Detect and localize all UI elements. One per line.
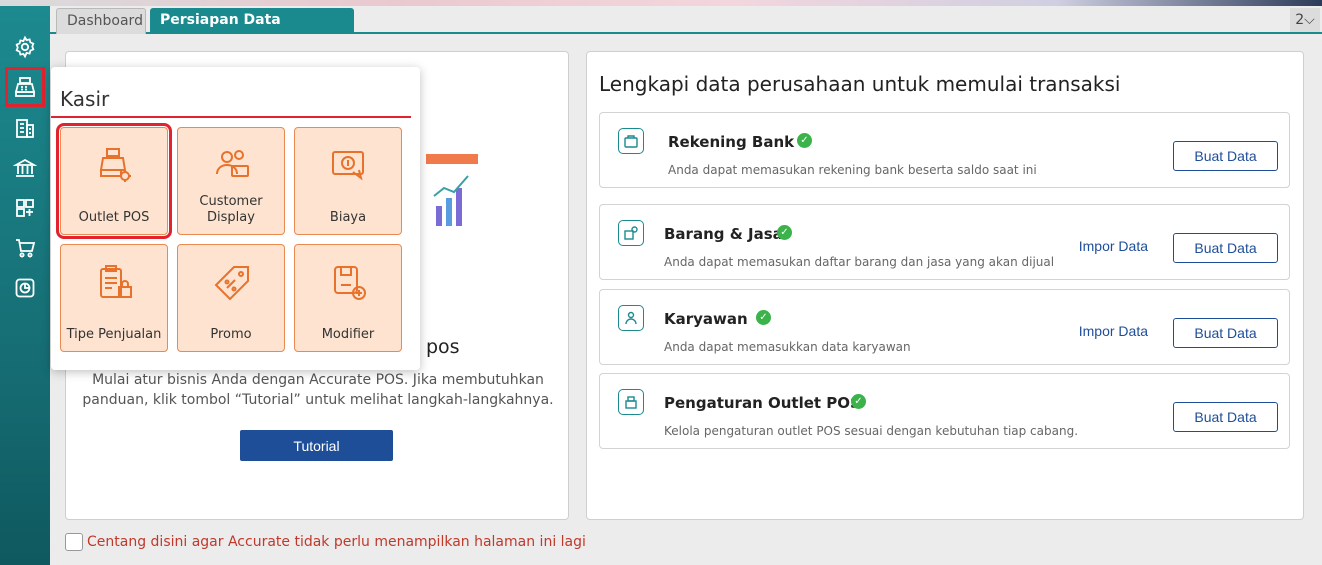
- tile-label: Promo: [210, 327, 252, 342]
- dont-show-checkbox[interactable]: [65, 533, 83, 551]
- check-icon: ✓: [851, 394, 866, 409]
- menu-tile-outlet-pos[interactable]: Outlet POS: [56, 123, 172, 239]
- building-icon[interactable]: [6, 109, 44, 147]
- popup-divider: [51, 116, 411, 118]
- card-title: Barang & Jasa: [664, 225, 783, 243]
- pos-description: Mulai atur bisnis Anda dengan Accurate P…: [82, 372, 554, 408]
- tab-bar: Dashboard Persiapan Data Perusahaan 2⌵: [50, 6, 1322, 52]
- cart-icon[interactable]: [6, 229, 44, 267]
- menu-tile-modifier[interactable]: Modifier: [294, 244, 402, 352]
- card-desc: Anda dapat memasukan daftar barang dan j…: [664, 255, 1055, 269]
- card-title: Pengaturan Outlet POS: [664, 394, 861, 412]
- tab-persiapan-data[interactable]: Persiapan Data Perusahaan: [150, 8, 354, 52]
- customer-display-icon: [216, 150, 249, 177]
- company-setup-panel: Lengkapi data perusahaan untuk memulai t…: [586, 51, 1304, 520]
- tile-label: Tipe Penjualan: [66, 327, 162, 342]
- pos-title: pos: [426, 336, 460, 358]
- dont-show-again: Centang disini agar Accurate tidak perlu…: [65, 533, 586, 551]
- check-icon: ✓: [756, 310, 771, 325]
- card-rekening-bank: Rekening Bank ✓ Anda dapat memasukan rek…: [599, 112, 1290, 188]
- card-title: Rekening Bank: [668, 133, 795, 151]
- card-karyawan: Karyawan ✓ Anda dapat memasukkan data ka…: [599, 289, 1290, 365]
- menu-tile-tipe-penjualan[interactable]: Tipe Penjualan: [60, 244, 168, 352]
- card-desc: Anda dapat memasukan rekening bank beser…: [668, 163, 1037, 177]
- menu-tile-promo[interactable]: Promo: [177, 244, 285, 352]
- tutorial-button[interactable]: Tutorial: [240, 430, 393, 461]
- dont-show-label: Centang disini agar Accurate tidak perlu…: [87, 534, 586, 550]
- outlet-settings-icon: [618, 389, 644, 415]
- card-desc: Anda dapat memasukkan data karyawan: [664, 340, 911, 354]
- expense-icon: [332, 151, 364, 181]
- bank-account-icon: [618, 128, 644, 154]
- items-services-icon: [618, 220, 644, 246]
- tab-counter-dropdown[interactable]: 2⌵: [1290, 8, 1320, 32]
- cashier-gear-icon: [99, 148, 131, 182]
- card-barang-jasa: Barang & Jasa ✓ Anda dapat memasukan daf…: [599, 204, 1290, 280]
- cashier-icon[interactable]: [5, 67, 45, 107]
- sales-type-icon: [100, 265, 132, 298]
- popup-title: Kasir: [60, 87, 110, 111]
- promo-tag-icon: [214, 266, 249, 301]
- menu-tile-biaya[interactable]: Biaya: [294, 127, 402, 235]
- buat-data-button[interactable]: Buat Data: [1173, 318, 1278, 348]
- check-icon: ✓: [777, 225, 792, 240]
- buat-data-button[interactable]: Buat Data: [1173, 233, 1278, 263]
- report-icon[interactable]: [6, 269, 44, 307]
- settings-gear-icon[interactable]: [6, 28, 44, 66]
- tile-label: Customer Display: [199, 194, 263, 225]
- inventory-icon[interactable]: [6, 189, 44, 227]
- tile-label: Outlet POS: [78, 210, 150, 225]
- kasir-menu-popup: Kasir Outlet POS Customer Display Biaya …: [51, 67, 420, 370]
- sidebar: [0, 6, 50, 565]
- buat-data-button[interactable]: Buat Data: [1173, 402, 1278, 432]
- modifier-icon: [334, 266, 366, 300]
- setup-title: Lengkapi data perusahaan untuk memulai t…: [599, 72, 1121, 96]
- tab-dashboard[interactable]: Dashboard: [56, 8, 146, 34]
- tile-label: Modifier: [321, 327, 375, 342]
- check-icon: ✓: [797, 133, 812, 148]
- card-title: Karyawan: [664, 310, 748, 328]
- menu-tile-customer-display[interactable]: Customer Display: [177, 127, 285, 235]
- buat-data-button[interactable]: Buat Data: [1173, 141, 1278, 171]
- tile-label: Biaya: [329, 210, 367, 225]
- employee-icon: [618, 305, 644, 331]
- impor-data-link[interactable]: Impor Data: [1079, 323, 1148, 339]
- card-desc: Kelola pengaturan outlet POS sesuai deng…: [664, 424, 1079, 438]
- card-pengaturan-outlet: Pengaturan Outlet POS ✓ Kelola pengatura…: [599, 373, 1290, 449]
- bank-icon[interactable]: [6, 149, 44, 187]
- impor-data-link[interactable]: Impor Data: [1079, 238, 1148, 254]
